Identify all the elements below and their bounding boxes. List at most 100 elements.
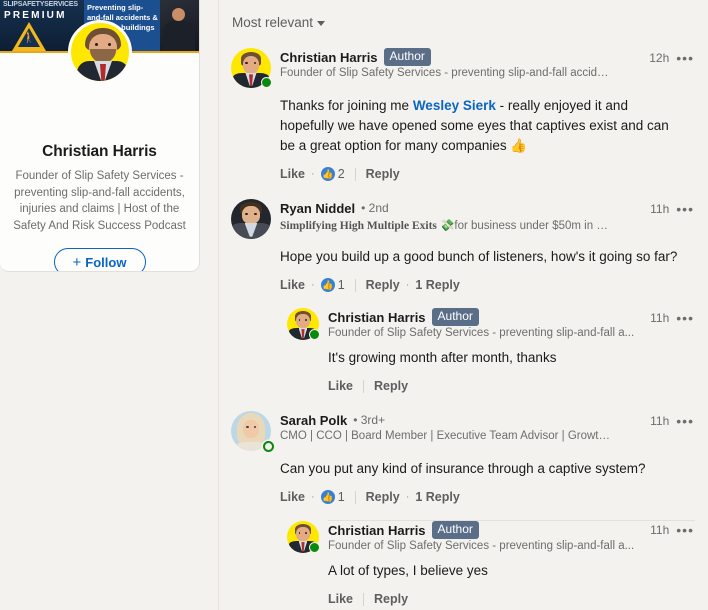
reply-button[interactable]: Reply bbox=[366, 490, 400, 504]
follow-button[interactable]: + Follow bbox=[53, 248, 146, 271]
comment-actions: Like Reply bbox=[328, 592, 695, 606]
action-divider bbox=[363, 379, 365, 393]
comment-options-icon[interactable]: ••• bbox=[676, 202, 694, 216]
chevron-down-icon bbox=[317, 20, 326, 26]
profile-headline: Founder of Slip Safety Services - preven… bbox=[13, 170, 186, 232]
action-separator: · bbox=[311, 279, 315, 291]
online-status-icon bbox=[309, 542, 320, 553]
comment-text: Hope you build up a good bunch of listen… bbox=[280, 249, 678, 264]
commenter-avatar[interactable] bbox=[231, 411, 274, 452]
like-count-pill[interactable]: 👍 2 bbox=[320, 167, 345, 181]
thumbs-up-icon: 👍 bbox=[320, 278, 335, 292]
like-button[interactable]: Like bbox=[328, 592, 353, 606]
like-count-pill[interactable]: 👍 1 bbox=[320, 278, 345, 292]
reply-button[interactable]: Reply bbox=[366, 167, 400, 181]
action-separator: · bbox=[405, 279, 410, 291]
like-count-pill[interactable]: 👍 1 bbox=[320, 490, 345, 504]
comment-text: A lot of types, I believe yes bbox=[328, 563, 488, 578]
comment-identity: Sarah Polk • 3rd+ CMO | CCO | Board Member… bbox=[280, 411, 695, 443]
like-button[interactable]: Like bbox=[280, 490, 305, 504]
commenter-headline: Founder of Slip Safety Services - preven… bbox=[280, 67, 610, 79]
comment-meta: 11h ••• bbox=[650, 202, 694, 216]
reply-button[interactable]: Reply bbox=[366, 278, 400, 292]
action-separator: · bbox=[311, 491, 315, 503]
comment-text: Thanks for joining me Wesley Sierk - rea… bbox=[280, 98, 669, 153]
like-button[interactable]: Like bbox=[280, 278, 305, 292]
like-button[interactable]: Like bbox=[280, 167, 305, 181]
comment-reply-item: Christian Harris Author Founder of Slip Sa… bbox=[231, 520, 695, 608]
commenter-headline: Founder of Slip Safety Services - preven… bbox=[328, 327, 635, 339]
commenter-name-row: Christian Harris Author bbox=[328, 521, 695, 539]
commenter-avatar[interactable] bbox=[231, 48, 272, 88]
follow-button-label: Follow bbox=[85, 254, 127, 270]
comment-timestamp: 11h bbox=[650, 414, 670, 428]
commenter-name[interactable]: Christian Harris bbox=[328, 523, 426, 538]
author-badge: Author bbox=[431, 521, 479, 539]
online-status-icon bbox=[261, 77, 272, 88]
comment-actions: Like · 👍 2 Reply bbox=[280, 167, 695, 181]
comment-identity: Ryan Niddel • 2nd Simplifying High Multipl… bbox=[280, 199, 695, 233]
comment-item: Christian Harris Author Founder of Slip Sa… bbox=[231, 48, 695, 183]
view-replies-link[interactable]: 1 Reply bbox=[415, 490, 459, 504]
banner-speaker-photo bbox=[160, 0, 199, 53]
comment-options-icon[interactable]: ••• bbox=[676, 414, 694, 428]
commenter-name-row: Christian Harris Author bbox=[328, 308, 695, 326]
commenter-avatar[interactable] bbox=[231, 199, 271, 239]
commenter-headline: Simplifying High Multiple Exits 💸for bus… bbox=[280, 220, 610, 232]
comment-item: Sarah Polk • 3rd+ CMO | CCO | Board Member… bbox=[231, 411, 695, 506]
profile-avatar[interactable] bbox=[68, 20, 132, 84]
like-button[interactable]: Like bbox=[328, 379, 353, 393]
comment-meta: 11h ••• bbox=[650, 414, 694, 428]
reply-button[interactable]: Reply bbox=[374, 592, 408, 606]
emoji: 👍 bbox=[510, 138, 528, 153]
banner-speaker-head bbox=[172, 8, 185, 21]
profile-card: SLIPSAFETYSERVICES PREMIUM 🚶 Preventing … bbox=[0, 0, 200, 272]
comment-identity: Christian Harris Author Founder of Slip Sa… bbox=[280, 48, 695, 79]
action-separator: · bbox=[311, 168, 315, 180]
reply-button[interactable]: Reply bbox=[374, 379, 408, 393]
comment-options-icon[interactable]: ••• bbox=[676, 523, 694, 537]
online-status-icon bbox=[309, 329, 320, 340]
commenter-name[interactable]: Christian Harris bbox=[328, 310, 426, 325]
action-divider bbox=[363, 592, 365, 606]
commenter-headline: Founder of Slip Safety Services - preven… bbox=[328, 540, 635, 552]
comment-meta: 11h ••• bbox=[650, 311, 694, 325]
comment-header: Ryan Niddel • 2nd Simplifying High Multipl… bbox=[231, 199, 695, 239]
comments-list: Christian Harris Author Founder of Slip Sa… bbox=[231, 48, 695, 608]
commenter-name-row: Sarah Polk • 3rd+ bbox=[280, 411, 695, 429]
commenter-name[interactable]: Sarah Polk bbox=[280, 413, 347, 428]
action-divider bbox=[354, 278, 356, 292]
avatar-tie bbox=[100, 64, 106, 81]
action-separator: · bbox=[405, 491, 410, 503]
comment-options-icon[interactable]: ••• bbox=[676, 51, 694, 65]
comment-meta: 11h ••• bbox=[650, 523, 694, 537]
open-to-work-icon bbox=[263, 441, 274, 452]
view-replies-link[interactable]: 1 Reply bbox=[415, 278, 459, 292]
comment-item: Ryan Niddel • 2nd Simplifying High Multipl… bbox=[231, 199, 695, 294]
comment-text: It's growing month after month, thanks bbox=[328, 350, 557, 365]
sort-dropdown-label: Most relevant bbox=[232, 14, 314, 30]
author-badge: Author bbox=[383, 48, 431, 66]
linkedin-post-comments-page: SLIPSAFETYSERVICES PREMIUM 🚶 Preventing … bbox=[0, 0, 708, 610]
banner-brand-text: SLIPSAFETYSERVICES bbox=[3, 1, 78, 8]
profile-sidebar: SLIPSAFETYSERVICES PREMIUM 🚶 Preventing … bbox=[0, 0, 219, 610]
sort-dropdown[interactable]: Most relevant bbox=[231, 0, 695, 44]
plus-icon: + bbox=[72, 253, 82, 271]
comment-timestamp: 11h bbox=[650, 202, 670, 216]
mention-link[interactable]: Wesley Sierk bbox=[413, 98, 496, 113]
author-badge: Author bbox=[431, 308, 479, 326]
commenter-avatar[interactable] bbox=[287, 308, 320, 340]
comment-header: Christian Harris Author Founder of Slip Sa… bbox=[231, 48, 695, 88]
profile-name: Christian Harris bbox=[42, 143, 157, 160]
comment-timestamp: 12h bbox=[649, 51, 670, 65]
banner-speaker-body bbox=[163, 21, 195, 53]
commenter-avatar[interactable] bbox=[287, 521, 320, 553]
comment-options-icon[interactable]: ••• bbox=[676, 311, 694, 325]
thumbs-up-icon: 👍 bbox=[320, 167, 335, 181]
comment-header: Sarah Polk • 3rd+ CMO | CCO | Board Member… bbox=[231, 411, 695, 452]
commenter-name-row: Christian Harris Author bbox=[280, 48, 695, 66]
commenter-name[interactable]: Christian Harris bbox=[280, 50, 378, 65]
avatar-image bbox=[231, 199, 271, 239]
commenter-name[interactable]: Ryan Niddel bbox=[280, 201, 355, 216]
comment-timestamp: 11h bbox=[650, 523, 670, 537]
